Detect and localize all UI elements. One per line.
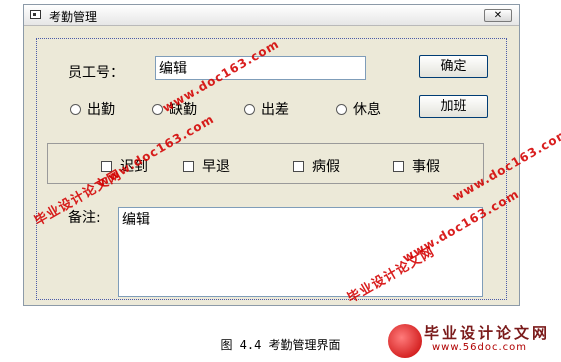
logo-emblem-icon: [388, 324, 422, 358]
radio-circle: [336, 103, 347, 115]
radio-label: 出差: [261, 102, 289, 118]
radio-label: 出勤: [87, 102, 115, 118]
checkbox: [393, 160, 404, 172]
radio-rest[interactable]: 休息: [336, 99, 381, 119]
window-title: 考勤管理: [49, 10, 98, 24]
radio-circle: [244, 103, 255, 115]
confirm-button[interactable]: 确定: [419, 55, 488, 78]
check-label: 事假: [412, 159, 440, 175]
title-bar: 考勤管理 ✕: [24, 5, 519, 26]
check-label: 病假: [312, 159, 340, 175]
app-icon: [30, 10, 41, 19]
check-label: 早退: [202, 159, 230, 175]
check-early-leave[interactable]: 早退: [183, 156, 230, 176]
check-personal-leave[interactable]: 事假: [393, 156, 440, 176]
overtime-button[interactable]: 加班: [419, 95, 488, 118]
employee-id-label: 员工号：: [68, 65, 124, 81]
radio-business-trip[interactable]: 出差: [244, 99, 289, 119]
radio-attendance[interactable]: 出勤: [70, 99, 115, 119]
check-sick-leave[interactable]: 病假: [293, 156, 340, 176]
close-button[interactable]: ✕: [484, 9, 512, 22]
logo-text: 毕业设计论文网: [424, 324, 551, 342]
site-logo: 毕业设计论文网 www.56doc.com: [388, 322, 553, 358]
radio-circle: [70, 103, 81, 115]
logo-url: www.56doc.com: [432, 342, 528, 353]
checkbox: [183, 160, 194, 172]
radio-label: 休息: [353, 102, 381, 118]
checkbox: [293, 160, 304, 172]
